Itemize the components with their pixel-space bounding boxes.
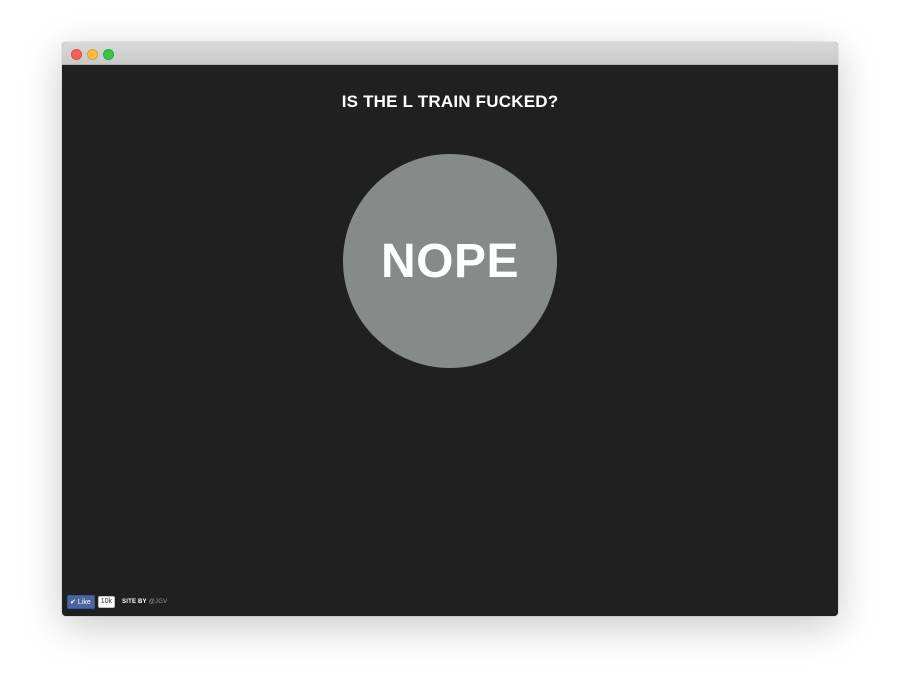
browser-window: IS THE L TRAIN FUCKED? NOPE ✔ Like 10k S… xyxy=(62,42,838,616)
answer-text: NOPE xyxy=(380,234,520,288)
site-credit-handle-link[interactable]: @JGV xyxy=(149,599,168,605)
window-close-button[interactable] xyxy=(71,49,82,60)
window-minimize-button[interactable] xyxy=(87,49,98,60)
like-label: Like xyxy=(77,598,91,606)
page-content: IS THE L TRAIN FUCKED? NOPE ✔ Like 10k S… xyxy=(62,65,838,616)
site-credit-label: SITE BY xyxy=(122,599,147,605)
window-zoom-button[interactable] xyxy=(103,49,114,60)
page-title: IS THE L TRAIN FUCKED? xyxy=(341,92,559,111)
footer: ✔ Like 10k SITE BY @JGV xyxy=(67,595,167,609)
answer-circle: NOPE xyxy=(343,154,557,368)
like-count: 10k xyxy=(97,596,116,608)
checkmark-icon: ✔ xyxy=(70,599,76,606)
window-titlebar xyxy=(62,42,838,65)
facebook-like-button[interactable]: ✔ Like xyxy=(67,595,95,609)
